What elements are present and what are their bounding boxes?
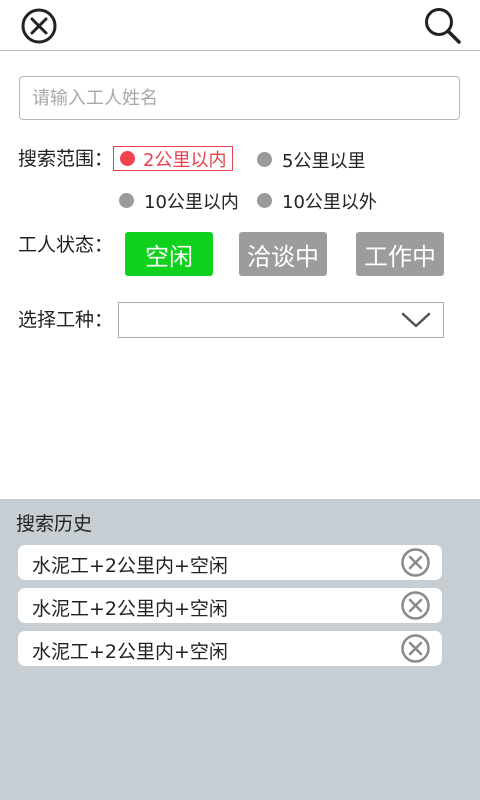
work-type-label: 选择工种： [18,309,114,331]
status-idle-button[interactable]: 空闲 [125,232,213,276]
worker-status-label: 工人状态： [18,234,114,256]
range-option-label: 10公里以外 [282,191,377,213]
history-item-text: 水泥工+2公里内+空闲 [32,555,228,577]
radio-unselected-icon [257,152,272,167]
range-option-2km[interactable]: 2公里以内 [113,146,234,171]
range-option-label: 2公里以内 [143,149,227,171]
status-working-button[interactable]: 工作中 [356,232,444,276]
history-item[interactable]: 水泥工+2公里内+空闲 [18,545,442,580]
history-item[interactable]: 水泥工+2公里内+空闲 [18,631,442,666]
search-history-title: 搜索历史 [16,513,93,535]
history-item-text: 水泥工+2公里内+空闲 [32,598,228,620]
radio-unselected-icon [257,193,272,208]
work-type-select[interactable] [118,302,444,338]
range-option-10km-beyond[interactable]: 10公里以外 [257,188,377,213]
history-item[interactable]: 水泥工+2公里内+空闲 [18,588,442,623]
radio-unselected-icon [119,193,134,208]
delete-icon[interactable] [400,547,431,578]
search-range-label: 搜索范围： [18,148,114,170]
range-option-label: 10公里以内 [144,191,239,213]
delete-icon[interactable] [400,590,431,621]
top-bar [0,0,480,51]
search-icon[interactable] [423,6,463,46]
worker-name-input[interactable] [19,76,460,120]
status-negotiating-button[interactable]: 洽谈中 [239,232,327,276]
search-history-panel: 搜索历史 水泥工+2公里内+空闲 水泥工+2公里内+空闲 水泥工+2公里内+空闲 [0,499,480,800]
radio-selected-icon [120,151,135,166]
range-option-5km[interactable]: 5公里以里 [257,147,365,172]
delete-icon[interactable] [400,633,431,664]
range-option-10km-within[interactable]: 10公里以内 [119,188,239,213]
range-option-label: 5公里以里 [282,150,366,172]
history-item-text: 水泥工+2公里内+空闲 [32,641,228,663]
close-icon[interactable] [20,7,58,45]
